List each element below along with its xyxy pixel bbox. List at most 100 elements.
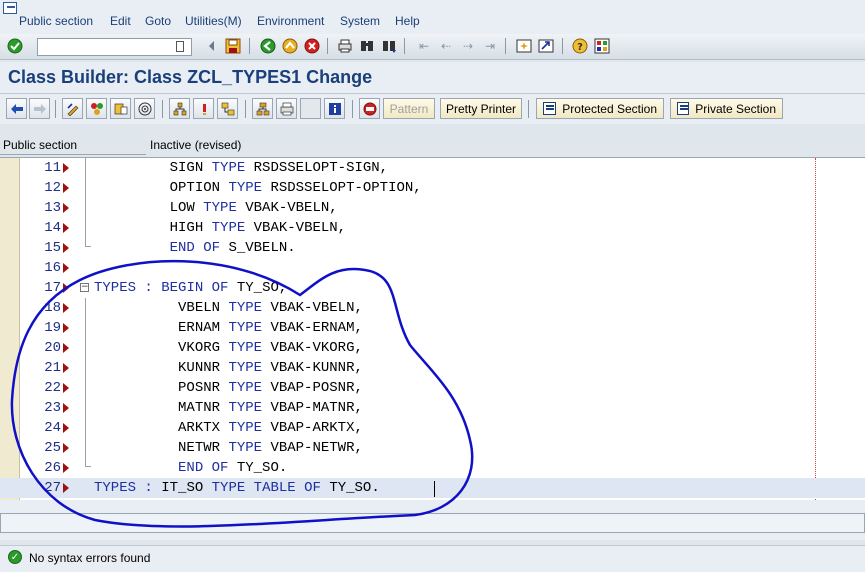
save-icon[interactable] (223, 37, 243, 55)
next-page-icon[interactable]: ⇢ (458, 37, 478, 55)
find-icon[interactable] (357, 37, 377, 55)
line-marker-icon[interactable] (63, 243, 69, 253)
where-used-icon[interactable] (134, 98, 155, 119)
menu-edit[interactable]: Edit (110, 14, 131, 28)
info-icon[interactable] (324, 98, 345, 119)
line-marker-icon[interactable] (63, 323, 69, 333)
menu-public-section[interactable]: Public section (19, 14, 93, 28)
code-line[interactable]: 13 LOW TYPE VBAK-VBELN, (0, 198, 865, 218)
code-text[interactable]: TYPES : BEGIN OF TY_SO, (94, 280, 287, 296)
line-marker-icon[interactable] (63, 303, 69, 313)
back-icon[interactable] (258, 37, 278, 55)
menu-utilities[interactable]: Utilities(M) (185, 14, 242, 28)
line-marker-icon[interactable] (63, 183, 69, 193)
code-line[interactable]: 16 (0, 258, 865, 278)
code-text[interactable]: MATNR TYPE VBAP-MATNR, (94, 400, 363, 416)
line-marker-icon[interactable] (63, 203, 69, 213)
code-line[interactable]: 21 KUNNR TYPE VBAK-KUNNR, (0, 358, 865, 378)
printer-icon[interactable] (276, 98, 297, 119)
line-marker-icon[interactable] (63, 263, 69, 273)
code-text[interactable]: POSNR TYPE VBAP-POSNR, (94, 380, 363, 396)
structure-icon[interactable] (217, 98, 238, 119)
code-text[interactable]: NETWR TYPE VBAP-NETWR, (94, 440, 363, 456)
code-line[interactable]: 19 ERNAM TYPE VBAK-ERNAM, (0, 318, 865, 338)
line-number: 17 (44, 280, 61, 296)
line-marker-icon[interactable] (63, 163, 69, 173)
code-line[interactable]: 23 MATNR TYPE VBAP-MATNR, (0, 398, 865, 418)
print-icon[interactable] (335, 37, 355, 55)
line-marker-icon[interactable] (63, 343, 69, 353)
code-line[interactable]: 12 OPTION TYPE RSDSSELOPT-OPTION, (0, 178, 865, 198)
line-marker-icon[interactable] (63, 423, 69, 433)
pattern-icon[interactable] (359, 98, 380, 119)
line-marker-icon[interactable] (63, 223, 69, 233)
pretty-printer-button[interactable]: Pretty Printer (440, 98, 522, 119)
cancel-icon[interactable] (302, 37, 322, 55)
forward-arrow-icon[interactable] (29, 98, 50, 119)
line-marker-icon[interactable] (63, 463, 69, 473)
display-change-icon[interactable] (62, 98, 83, 119)
first-page-icon[interactable]: ⇤ (414, 37, 434, 55)
help-icon[interactable]: ? (570, 37, 590, 55)
hierarchy-icon[interactable] (169, 98, 190, 119)
info-marker-icon[interactable] (193, 98, 214, 119)
menu-system[interactable]: System (340, 14, 380, 28)
bottom-input-field[interactable] (0, 513, 865, 533)
code-line[interactable]: 26 END OF TY_SO. (0, 458, 865, 478)
private-section-button[interactable]: Private Section (670, 98, 783, 119)
code-text[interactable]: OPTION TYPE RSDSSELOPT-OPTION, (94, 180, 422, 196)
back-arrow-icon[interactable] (202, 37, 222, 55)
code-line[interactable]: 27 TYPES : IT_SO TYPE TABLE OF TY_SO. (0, 478, 865, 498)
last-page-icon[interactable]: ⇥ (480, 37, 500, 55)
activate-icon[interactable] (86, 98, 107, 119)
block-guide-line (85, 298, 86, 318)
code-line[interactable]: 25 NETWR TYPE VBAP-NETWR, (0, 438, 865, 458)
code-line[interactable]: 11 SIGN TYPE RSDSSELOPT-SIGN, (0, 158, 865, 178)
protected-section-button[interactable]: Protected Section (536, 98, 664, 119)
code-line[interactable]: 20 VKORG TYPE VBAK-VKORG, (0, 338, 865, 358)
code-line[interactable]: 18 VBELN TYPE VBAK-VBELN, (0, 298, 865, 318)
line-marker-icon[interactable] (63, 483, 69, 493)
code-text[interactable]: END OF TY_SO. (94, 460, 287, 476)
code-line[interactable]: 17 TYPES : BEGIN OF TY_SO, − (0, 278, 865, 298)
find-next-icon[interactable] (379, 37, 399, 55)
prev-page-icon[interactable]: ⇠ (436, 37, 456, 55)
code-text[interactable]: VKORG TYPE VBAK-VKORG, (94, 340, 363, 356)
code-line[interactable]: 22 POSNR TYPE VBAP-POSNR, (0, 378, 865, 398)
code-text[interactable]: SIGN TYPE RSDSSELOPT-SIGN, (94, 160, 388, 176)
system-menu-icon[interactable] (3, 2, 17, 14)
line-marker-icon[interactable] (63, 383, 69, 393)
code-text[interactable]: ARKTX TYPE VBAP-ARKTX, (94, 420, 363, 436)
code-line[interactable]: 14 HIGH TYPE VBAK-VBELN, (0, 218, 865, 238)
line-marker-icon[interactable] (63, 443, 69, 453)
command-field[interactable] (37, 38, 192, 56)
line-marker-icon[interactable] (63, 363, 69, 373)
blank-icon[interactable] (300, 98, 321, 119)
back-arrow-icon[interactable] (6, 98, 27, 119)
code-text[interactable]: HIGH TYPE VBAK-VBELN, (94, 220, 346, 236)
menu-help[interactable]: Help (395, 14, 420, 28)
layout-icon[interactable] (592, 37, 612, 55)
menu-goto[interactable]: Goto (145, 14, 171, 28)
code-text[interactable]: KUNNR TYPE VBAK-KUNNR, (94, 360, 363, 376)
code-text[interactable]: ERNAM TYPE VBAK-ERNAM, (94, 320, 363, 336)
exit-icon[interactable] (280, 37, 300, 55)
code-text[interactable]: LOW TYPE VBAK-VBELN, (94, 200, 338, 216)
menu-environment[interactable]: Environment (257, 14, 324, 28)
code-text[interactable]: TYPES : IT_SO TYPE TABLE OF TY_SO. (94, 480, 380, 496)
collapse-block-icon[interactable]: − (80, 283, 89, 292)
pattern-button[interactable]: Pattern (383, 98, 435, 119)
command-history-icon[interactable] (176, 41, 184, 52)
line-marker-icon[interactable] (63, 283, 69, 293)
new-session-icon[interactable] (514, 37, 534, 55)
code-line[interactable]: 15 END OF S_VBELN. (0, 238, 865, 258)
shortcut-icon[interactable] (536, 37, 556, 55)
line-marker-icon[interactable] (63, 403, 69, 413)
code-text[interactable]: VBELN TYPE VBAK-VBELN, (94, 300, 363, 316)
object-list-icon[interactable] (110, 98, 131, 119)
tree-icon[interactable] (252, 98, 273, 119)
identifier-token: TY_SO. (329, 480, 380, 496)
code-text[interactable]: END OF S_VBELN. (94, 240, 296, 256)
check-icon[interactable] (5, 37, 25, 55)
code-line[interactable]: 24 ARKTX TYPE VBAP-ARKTX, (0, 418, 865, 438)
